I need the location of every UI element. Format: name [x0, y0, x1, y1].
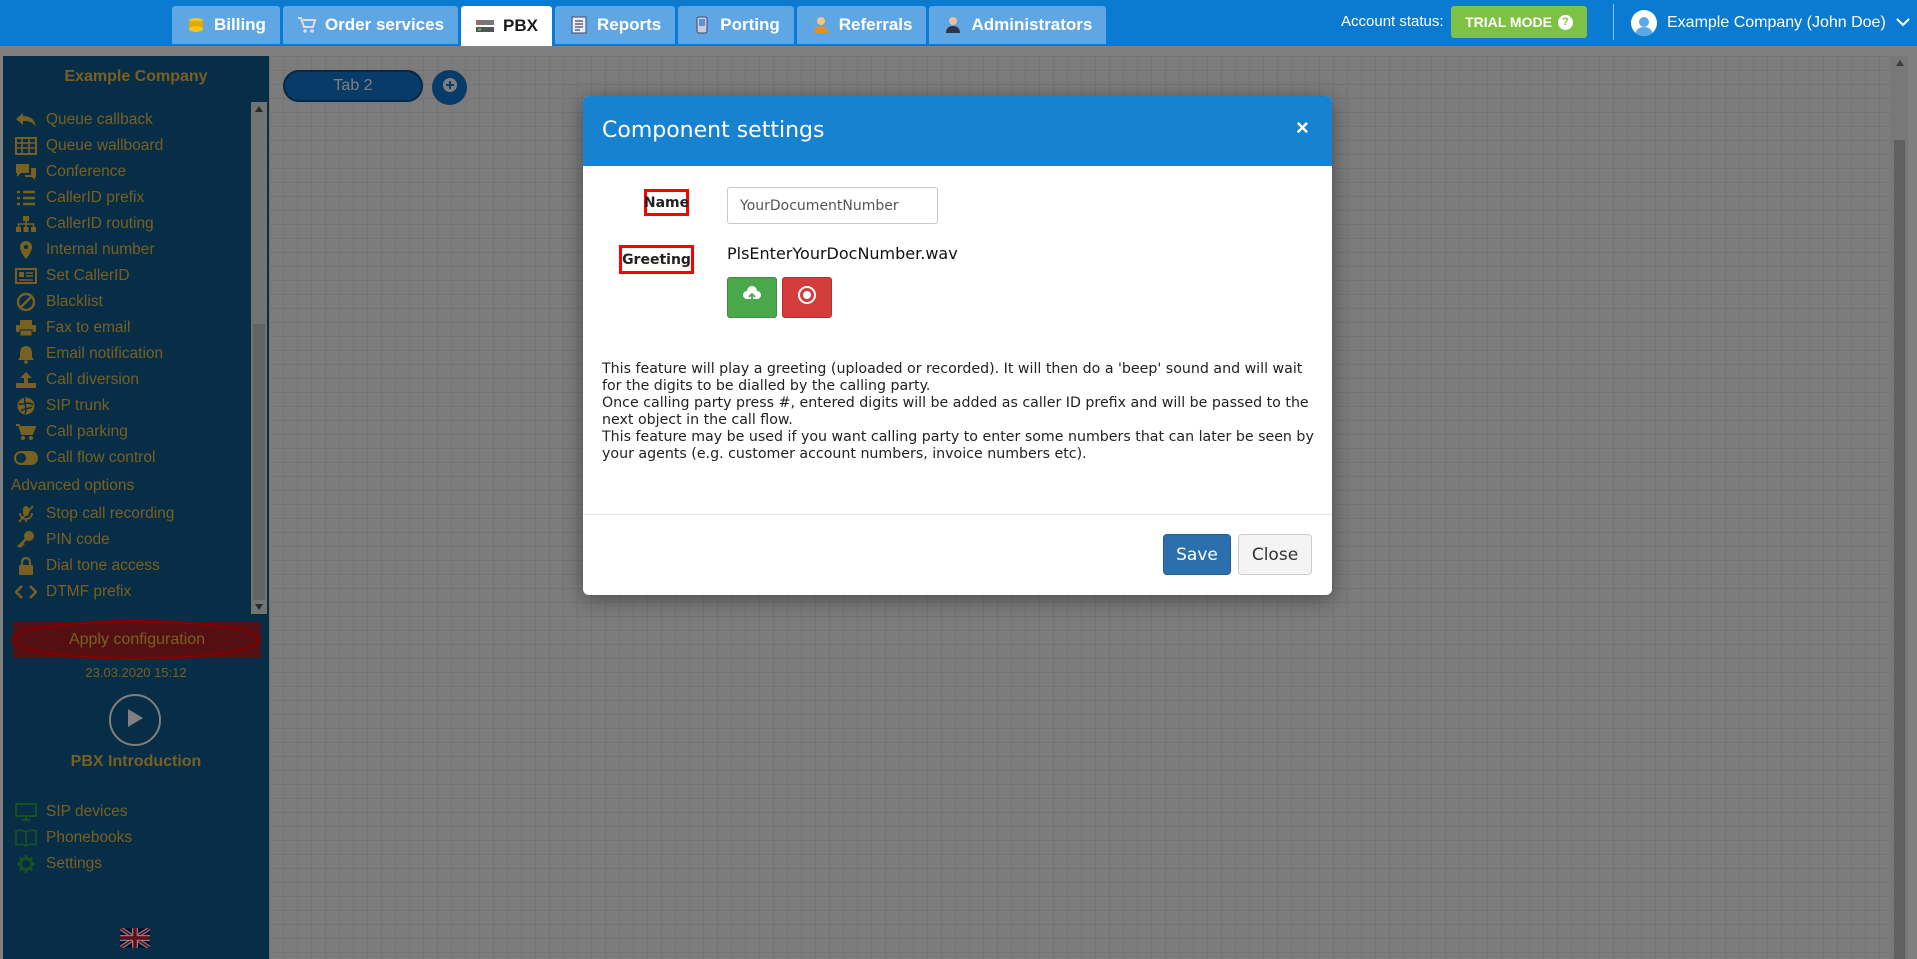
divider	[1613, 4, 1614, 40]
tab-label: Administrators	[971, 15, 1093, 34]
close-button[interactable]: Close	[1238, 534, 1312, 575]
report-icon	[569, 15, 589, 35]
avatar-icon	[1631, 10, 1657, 36]
pbx-icon	[475, 16, 495, 36]
tab-label: Order services	[324, 15, 445, 34]
greeting-label-text: Greeting	[622, 251, 691, 268]
top-navigation-bar: Billing Order services PBX Reports Porti…	[0, 0, 1917, 46]
greeting-filename: PlsEnterYourDocNumber.wav	[727, 244, 958, 263]
cart-icon	[297, 15, 317, 35]
person-icon	[811, 15, 831, 35]
save-button[interactable]: Save	[1163, 534, 1231, 575]
trial-mode-label: TRIAL MODE	[1465, 14, 1552, 30]
account-status-label: Account status:	[1341, 13, 1444, 30]
user-menu[interactable]: Example Company (John Doe)	[1631, 8, 1910, 38]
tab-label: Billing	[214, 15, 266, 34]
question-icon: ?	[1557, 14, 1573, 30]
tab-label: Referrals	[838, 15, 913, 34]
modal-header: Component settings ×	[583, 96, 1332, 167]
name-input[interactable]	[727, 187, 938, 224]
description-paragraph: Once calling party press #, entered digi…	[602, 395, 1309, 428]
record-greeting-button[interactable]	[782, 277, 832, 318]
tab-pbx[interactable]: PBX	[461, 6, 553, 46]
feature-description: This feature will play a greeting (uploa…	[602, 361, 1314, 463]
modal-title: Component settings	[602, 118, 825, 143]
tab-referrals[interactable]: Referrals	[796, 6, 927, 44]
tab-administrators[interactable]: Administrators	[929, 6, 1107, 44]
user-name: Example Company (John Doe)	[1667, 14, 1886, 31]
tab-billing[interactable]: Billing	[172, 6, 280, 44]
description-paragraph: This feature will play a greeting (uploa…	[602, 361, 1303, 394]
cloud-upload-icon	[742, 286, 762, 309]
coins-icon	[186, 15, 206, 35]
tab-order-services[interactable]: Order services	[282, 6, 459, 44]
greeting-label: Greeting	[619, 245, 694, 274]
name-label: Name	[644, 189, 689, 216]
upload-greeting-button[interactable]	[727, 277, 777, 318]
tab-label: Porting	[720, 15, 780, 34]
close-icon[interactable]: ×	[1296, 115, 1309, 141]
main-tabs: Billing Order services PBX Reports Porti…	[172, 6, 1107, 46]
chevron-down-icon	[1896, 14, 1910, 32]
component-settings-dialog: Component settings × Name Greeting PlsEn…	[583, 96, 1332, 595]
record-icon	[797, 285, 817, 310]
tab-porting[interactable]: Porting	[678, 6, 794, 44]
footer-divider	[583, 514, 1332, 515]
phone-icon	[692, 15, 712, 35]
tab-reports[interactable]: Reports	[555, 6, 676, 44]
tab-label: PBX	[503, 16, 539, 35]
name-label-text: Name	[643, 194, 690, 211]
description-paragraph: This feature may be used if you want cal…	[602, 429, 1314, 462]
tab-label: Reports	[597, 15, 662, 34]
trial-mode-button[interactable]: TRIAL MODE ?	[1451, 6, 1587, 38]
admin-icon	[943, 15, 963, 35]
